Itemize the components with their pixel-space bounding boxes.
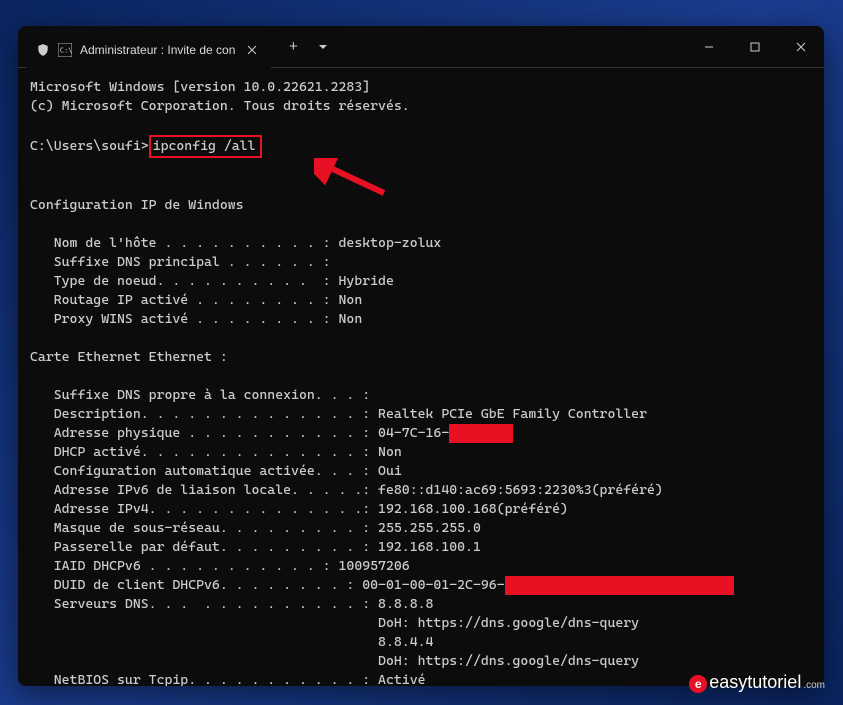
copyright-line: (c) Microsoft Corporation. Tous droits r… [30, 98, 410, 114]
watermark-logo-icon: e [689, 675, 707, 693]
tab-cmd[interactable]: C:\ Administrateur : Invite de con [26, 32, 271, 68]
eth-iaid: IAID DHCPv6 . . . . . . . . . . . : 1009… [30, 558, 410, 574]
eth-netbios: NetBIOS sur Tcpip. . . . . . . . . . . :… [30, 672, 426, 686]
eth-gateway: Passerelle par défaut. . . . . . . . . :… [30, 539, 481, 555]
tab-title: Administrateur : Invite de con [80, 43, 235, 57]
eth-duid-prefix: DUID de client DHCPv6. . . . . . . . : 0… [30, 577, 505, 593]
section-ethernet: Carte Ethernet Ethernet : [30, 349, 228, 365]
eth-autoconf: Configuration automatique activée. . . :… [30, 463, 402, 479]
eth-ipv4: Adresse IPv4. . . . . . . . . . . . . .:… [30, 501, 568, 517]
maximize-button[interactable] [732, 26, 778, 68]
cmd-icon: C:\ [58, 43, 72, 57]
terminal-output[interactable]: Microsoft Windows [version 10.0.22621.22… [18, 68, 824, 686]
eth-dns1: Serveurs DNS. . . . . . . . . . . . . : … [30, 596, 433, 612]
command-highlight: ipconfig /all [149, 135, 262, 158]
field-wins-proxy: Proxy WINS activé . . . . . . . . : Non [30, 311, 362, 327]
eth-suffix: Suffixe DNS propre à la connexion. . . : [30, 387, 370, 403]
field-dns-suffix: Suffixe DNS principal . . . . . . : [30, 254, 331, 270]
svg-text:C:\: C:\ [60, 46, 72, 54]
eth-mask: Masque de sous-réseau. . . . . . . . . :… [30, 520, 481, 536]
watermark-text: easytutoriel [709, 672, 801, 693]
command-text: ipconfig /all [153, 138, 256, 154]
tab-dropdown-button[interactable] [311, 35, 335, 59]
watermark-suffix: .com [803, 680, 825, 691]
field-node-type: Type de noeud. . . . . . . . . . : Hybri… [30, 273, 394, 289]
shield-icon [36, 43, 50, 57]
terminal-window: C:\ Administrateur : Invite de con + Mic… [18, 26, 824, 686]
window-controls [686, 26, 824, 68]
eth-doh1: DoH: https://dns.google/dns-query [30, 615, 639, 631]
eth-description: Description. . . . . . . . . . . . . . :… [30, 406, 647, 422]
eth-doh2: DoH: https://dns.google/dns-query [30, 653, 639, 669]
field-hostname: Nom de l'hôte . . . . . . . . . . : desk… [30, 235, 441, 251]
tab-close-button[interactable] [243, 41, 261, 59]
new-tab-button[interactable]: + [279, 33, 307, 61]
eth-mac-prefix: Adresse physique . . . . . . . . . . . :… [30, 425, 449, 441]
prompt: C:\Users\soufi> [30, 137, 149, 156]
eth-ipv6: Adresse IPv6 de liaison locale. . . . .:… [30, 482, 663, 498]
mac-redacted: XX-XX-XX [449, 424, 512, 443]
version-line: Microsoft Windows [version 10.0.22621.22… [30, 79, 370, 95]
close-button[interactable] [778, 26, 824, 68]
eth-dns2: 8.8.4.4 [30, 634, 433, 650]
duid-redacted: XX-XX-XX-XX-XX-XX-XX-XX-XX-XX [505, 576, 734, 595]
eth-dhcp: DHCP activé. . . . . . . . . . . . . . :… [30, 444, 402, 460]
field-ip-routing: Routage IP activé . . . . . . . . : Non [30, 292, 362, 308]
titlebar: C:\ Administrateur : Invite de con + [18, 26, 824, 68]
minimize-button[interactable] [686, 26, 732, 68]
section-ipconfig: Configuration IP de Windows [30, 197, 244, 213]
watermark: e easytutoriel .com [689, 672, 825, 693]
